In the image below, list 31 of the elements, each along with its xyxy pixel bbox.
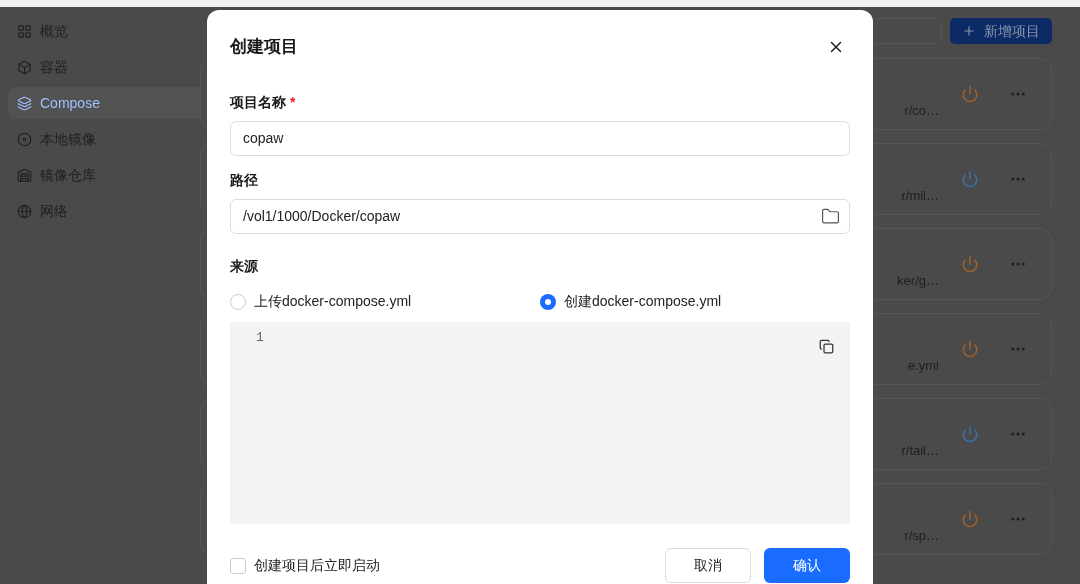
- plus-icon: [962, 24, 976, 38]
- power-icon[interactable]: [961, 510, 979, 528]
- radio-option[interactable]: 上传docker-compose.yml: [230, 291, 540, 312]
- radio-option[interactable]: 创建docker-compose.yml: [540, 291, 850, 312]
- required-marker: *: [290, 93, 296, 112]
- grid-icon: [17, 23, 32, 39]
- field-label: 项目名称: [230, 93, 286, 112]
- add-project-button[interactable]: 新增项目: [950, 18, 1052, 44]
- section-label: 来源: [230, 257, 259, 276]
- field-label: 路径: [230, 171, 258, 190]
- sidebar-item[interactable]: Compose: [8, 87, 200, 119]
- cube-icon: [17, 59, 32, 75]
- copy-icon[interactable]: [819, 339, 834, 354]
- globe-icon: [17, 203, 32, 219]
- input-field[interactable]: copaw: [230, 121, 850, 156]
- line-number: 1: [256, 329, 264, 347]
- folder-icon[interactable]: [821, 207, 840, 226]
- cancel-button[interactable]: 取消: [665, 548, 751, 583]
- power-icon[interactable]: [961, 255, 979, 273]
- disc-icon: [17, 131, 32, 147]
- power-icon[interactable]: [961, 85, 979, 103]
- checkbox-option[interactable]: 创建项目后立即启动: [230, 555, 380, 576]
- dialog-title: 创建项目: [230, 36, 298, 59]
- power-icon[interactable]: [961, 425, 979, 443]
- power-icon[interactable]: [961, 170, 979, 188]
- confirm-button[interactable]: 确认: [764, 548, 850, 583]
- power-icon[interactable]: [961, 340, 979, 358]
- layers-icon: [17, 95, 32, 111]
- code-editor[interactable]: 1: [230, 322, 850, 524]
- path-field[interactable]: /vol1/1000/Docker/copaw: [230, 199, 850, 234]
- house-icon: [17, 167, 32, 183]
